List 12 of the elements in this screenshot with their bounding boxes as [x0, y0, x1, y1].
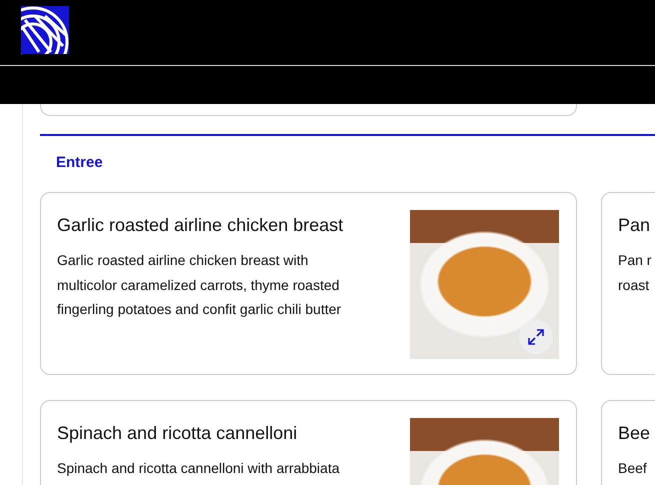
dish-description: Beef	[618, 459, 648, 478]
dish-title: Spinach and ricotta cannelloni	[57, 422, 298, 445]
dish-description: Spinach and ricotta cannelloni with arrabbiata	[57, 459, 341, 478]
dish-title: Garlic roasted airline chicken breast	[57, 214, 344, 237]
category-heading: Entree	[56, 154, 103, 171]
expand-button[interactable]	[519, 320, 553, 354]
dish-description: Pan r roast	[618, 251, 652, 294]
expand-icon	[527, 328, 545, 346]
dish-title: Bee	[618, 422, 650, 445]
dish-description: Garlic roasted airline chicken breast with multicolor caramelized carrots, thyme roasted fingerling potatoes and confit garlic chili butter	[57, 251, 342, 319]
globe-logo-icon[interactable]	[21, 6, 69, 54]
dish-title: Pan	[618, 214, 650, 237]
